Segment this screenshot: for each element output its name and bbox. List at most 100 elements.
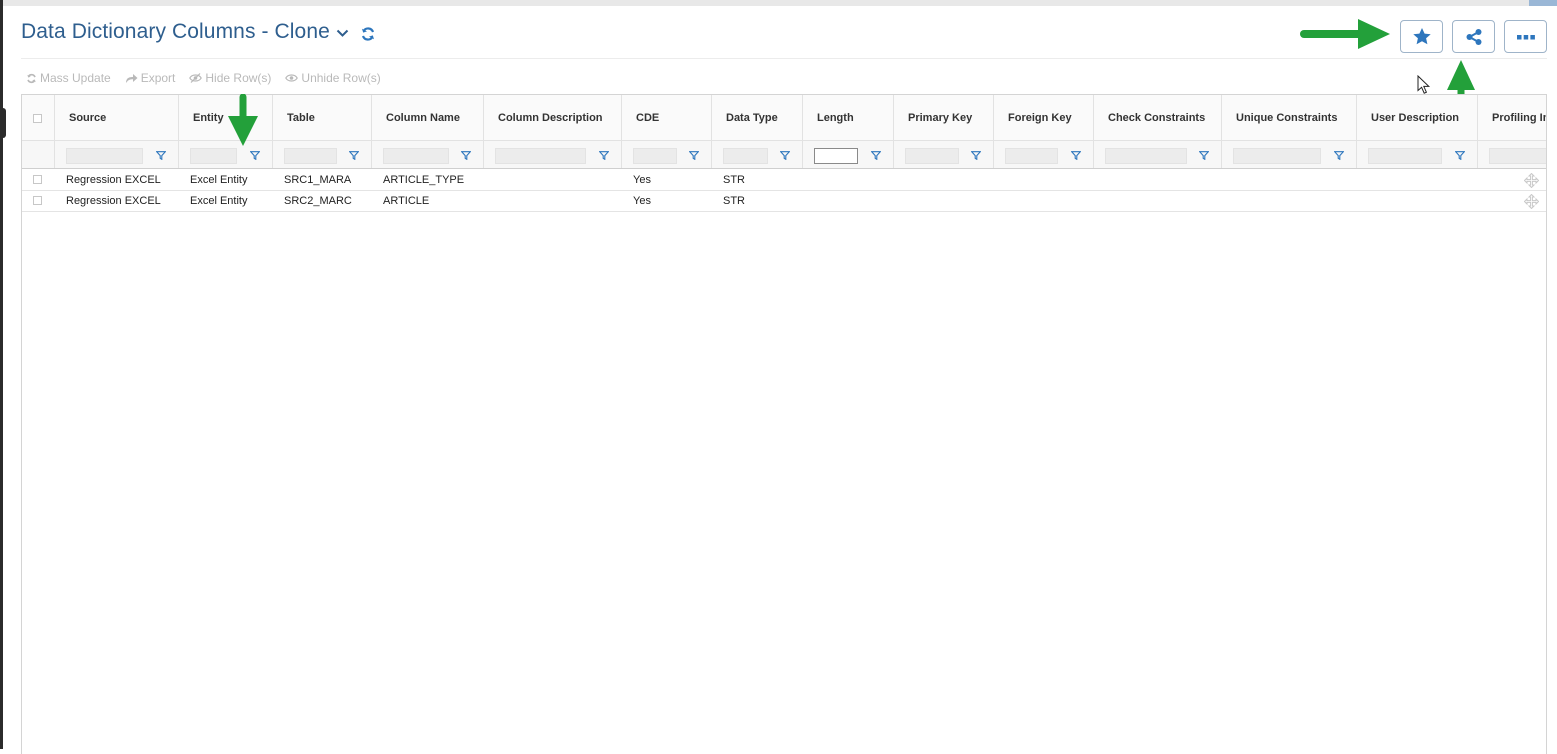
filter-input-check-constraints[interactable] xyxy=(1105,148,1187,164)
filter-profiling-info xyxy=(1478,141,1546,168)
mouse-cursor-icon xyxy=(1417,75,1431,94)
annotation-arrow-right-icon xyxy=(1300,19,1390,49)
column-header-unique-constraints[interactable]: Unique Constraints xyxy=(1222,95,1357,140)
move-icon[interactable] xyxy=(1524,194,1539,209)
export-button[interactable]: Export xyxy=(125,71,176,85)
grid-toolbar: Mass Update Export Hide Row(s) Unhide Ro… xyxy=(26,70,381,86)
table-row[interactable]: Regression EXCEL Excel Entity SRC2_MARC … xyxy=(22,191,1546,212)
filter-icon[interactable] xyxy=(1071,151,1081,160)
export-label: Export xyxy=(140,71,176,85)
filter-input-source[interactable] xyxy=(66,148,143,164)
cell-table: SRC2_MARC xyxy=(284,195,352,207)
column-header-user-description[interactable]: User Description xyxy=(1357,95,1478,140)
filter-icon[interactable] xyxy=(1334,151,1344,160)
share-arrow-icon xyxy=(125,73,138,83)
title-divider xyxy=(21,58,1547,59)
filter-input-column-name[interactable] xyxy=(383,148,449,164)
filter-foreign-key xyxy=(994,141,1094,168)
column-header-column-description[interactable]: Column Description xyxy=(484,95,622,140)
cell-column-description xyxy=(484,191,495,212)
filter-length xyxy=(803,141,894,168)
cell-cde: Yes xyxy=(633,174,651,186)
column-header-source[interactable]: Source xyxy=(55,95,179,140)
cell-cde: Yes xyxy=(633,195,651,207)
cell-data-type: STR xyxy=(723,174,745,186)
hide-rows-button[interactable]: Hide Row(s) xyxy=(189,71,271,85)
filter-column-name xyxy=(372,141,484,168)
filter-icon[interactable] xyxy=(689,151,699,160)
eye-slash-icon xyxy=(189,73,203,83)
refresh-icon[interactable] xyxy=(360,26,376,42)
select-all-cell xyxy=(22,95,55,140)
filter-input-primary-key[interactable] xyxy=(905,148,959,164)
share-button[interactable] xyxy=(1452,20,1495,53)
filter-spacer xyxy=(22,141,55,168)
column-header-check-constraints[interactable]: Check Constraints xyxy=(1094,95,1222,140)
cell-table: SRC1_MARA xyxy=(284,174,352,186)
cell-entity: Excel Entity xyxy=(190,174,248,186)
cell-source: Regression EXCEL xyxy=(66,195,161,207)
left-edge-handle[interactable] xyxy=(0,108,6,138)
filter-icon[interactable] xyxy=(156,151,166,160)
window-corner-accent xyxy=(1529,0,1557,6)
filter-input-unique-constraints[interactable] xyxy=(1233,148,1321,164)
row-checkbox[interactable] xyxy=(33,175,42,184)
eye-icon xyxy=(285,74,299,82)
cell-data-type: STR xyxy=(723,195,745,207)
filter-icon[interactable] xyxy=(1199,151,1209,160)
cell-column-description xyxy=(484,170,495,191)
unhide-rows-button[interactable]: Unhide Row(s) xyxy=(285,71,381,85)
filter-icon[interactable] xyxy=(250,151,260,160)
star-icon xyxy=(1412,28,1431,45)
filter-input-profiling-info[interactable] xyxy=(1489,148,1546,164)
column-header-column-name[interactable]: Column Name xyxy=(372,95,484,140)
column-header-foreign-key[interactable]: Foreign Key xyxy=(994,95,1094,140)
filter-check-constraints xyxy=(1094,141,1222,168)
mass-update-button[interactable]: Mass Update xyxy=(26,71,111,85)
filter-source xyxy=(55,141,179,168)
grid-header-row: Source Entity Table Column Name Column D… xyxy=(22,95,1546,141)
column-header-length[interactable]: Length xyxy=(803,95,894,140)
filter-input-cde[interactable] xyxy=(633,148,677,164)
filter-icon[interactable] xyxy=(349,151,359,160)
column-header-data-type[interactable]: Data Type xyxy=(712,95,803,140)
select-all-checkbox[interactable] xyxy=(33,114,42,123)
filter-data-type xyxy=(712,141,803,168)
filter-icon[interactable] xyxy=(971,151,981,160)
filter-entity xyxy=(179,141,273,168)
filter-icon[interactable] xyxy=(780,151,790,160)
filter-table xyxy=(273,141,372,168)
filter-icon[interactable] xyxy=(599,151,609,160)
filter-input-column-description[interactable] xyxy=(495,148,586,164)
column-header-primary-key[interactable]: Primary Key xyxy=(894,95,994,140)
unhide-rows-label: Unhide Row(s) xyxy=(301,71,381,85)
filter-icon[interactable] xyxy=(461,151,471,160)
chevron-down-icon[interactable] xyxy=(336,26,350,40)
filter-icon[interactable] xyxy=(1455,151,1465,160)
filter-input-data-type[interactable] xyxy=(723,148,768,164)
column-header-entity[interactable]: Entity xyxy=(179,95,273,140)
data-grid: Source Entity Table Column Name Column D… xyxy=(21,94,1547,754)
filter-column-description xyxy=(484,141,622,168)
move-icon[interactable] xyxy=(1524,173,1539,188)
filter-icon[interactable] xyxy=(871,151,881,160)
grid-filter-row xyxy=(22,141,1546,169)
cell-column-name: ARTICLE_TYPE xyxy=(383,174,465,186)
filter-input-table[interactable] xyxy=(284,148,337,164)
row-checkbox[interactable] xyxy=(33,196,42,205)
table-row[interactable]: Regression EXCEL Excel Entity SRC1_MARA … xyxy=(22,170,1546,191)
favorite-button[interactable] xyxy=(1400,20,1443,53)
column-header-table[interactable]: Table xyxy=(273,95,372,140)
filter-input-user-description[interactable] xyxy=(1368,148,1442,164)
column-header-cde[interactable]: CDE xyxy=(622,95,712,140)
filter-input-entity[interactable] xyxy=(190,148,237,164)
filter-input-length[interactable] xyxy=(814,148,858,164)
more-icon xyxy=(1516,34,1535,39)
column-header-profiling-info[interactable]: Profiling Inf xyxy=(1478,95,1546,140)
more-actions-button[interactable] xyxy=(1504,20,1547,53)
filter-input-foreign-key[interactable] xyxy=(1005,148,1058,164)
refresh-small-icon xyxy=(27,73,36,83)
window-top-bar xyxy=(0,0,1557,6)
share-icon xyxy=(1466,28,1481,45)
mass-update-label: Mass Update xyxy=(40,71,111,85)
